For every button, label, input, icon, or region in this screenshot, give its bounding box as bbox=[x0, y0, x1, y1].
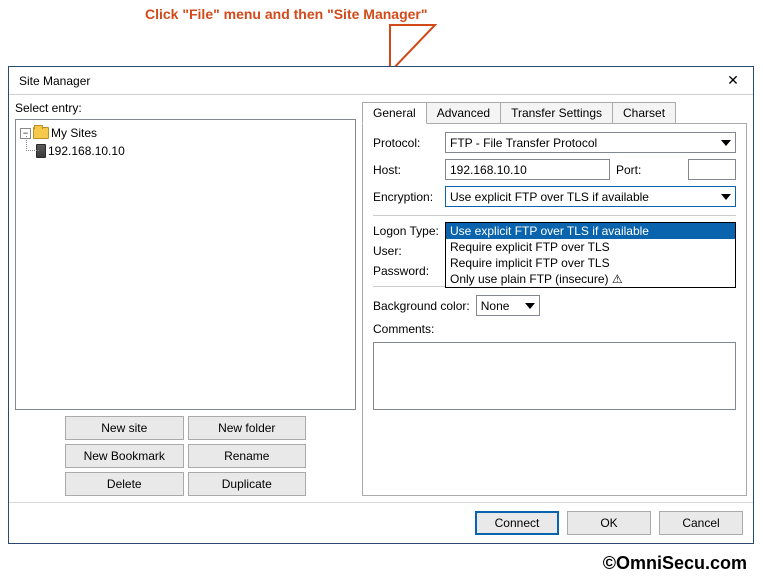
annotation-text: Click "File" menu and then "Site Manager… bbox=[145, 6, 428, 22]
port-label: Port: bbox=[616, 163, 682, 177]
protocol-select[interactable]: FTP - File Transfer Protocol bbox=[445, 132, 736, 153]
duplicate-button[interactable]: Duplicate bbox=[188, 472, 307, 496]
new-folder-button[interactable]: New folder bbox=[188, 416, 307, 440]
comments-label: Comments: bbox=[373, 322, 434, 336]
encryption-label: Encryption: bbox=[373, 190, 439, 204]
dialog-title: Site Manager bbox=[19, 74, 713, 88]
encryption-dropdown[interactable]: Use explicit FTP over TLS if available R… bbox=[445, 222, 736, 288]
encryption-select[interactable]: Use explicit FTP over TLS if available bbox=[445, 186, 736, 207]
bgcolor-label: Background color: bbox=[373, 299, 470, 313]
user-label: User: bbox=[373, 244, 447, 258]
dialog-button-bar: Connect OK Cancel bbox=[9, 502, 753, 543]
host-label: Host: bbox=[373, 163, 439, 177]
host-input[interactable] bbox=[445, 159, 610, 180]
ok-button[interactable]: OK bbox=[567, 511, 651, 535]
bgcolor-select[interactable]: None bbox=[476, 295, 540, 316]
encryption-option[interactable]: Only use plain FTP (insecure) ⚠ bbox=[446, 271, 735, 287]
encryption-select-value: Use explicit FTP over TLS if available bbox=[450, 190, 649, 204]
logon-type-label: Logon Type: bbox=[373, 224, 447, 238]
tree-root-label: My Sites bbox=[51, 126, 97, 140]
tree-root-row[interactable]: − My Sites bbox=[18, 124, 353, 142]
site-manager-dialog: Site Manager ✕ Select entry: − My Sites … bbox=[8, 66, 754, 544]
tab-general[interactable]: General bbox=[362, 102, 427, 124]
site-tree[interactable]: − My Sites 192.168.10.10 bbox=[15, 119, 356, 410]
connect-button[interactable]: Connect bbox=[475, 511, 559, 535]
tab-advanced[interactable]: Advanced bbox=[426, 102, 501, 123]
copyright-text: ©OmniSecu.com bbox=[603, 553, 747, 574]
tab-transfer-settings[interactable]: Transfer Settings bbox=[500, 102, 613, 123]
close-button[interactable]: ✕ bbox=[713, 67, 753, 95]
rename-button[interactable]: Rename bbox=[188, 444, 307, 468]
tab-charset[interactable]: Charset bbox=[612, 102, 676, 123]
encryption-option[interactable]: Require implicit FTP over TLS bbox=[446, 255, 735, 271]
server-icon bbox=[36, 144, 46, 158]
right-pane: General Advanced Transfer Settings Chars… bbox=[362, 101, 747, 496]
protocol-label: Protocol: bbox=[373, 136, 439, 150]
close-icon: ✕ bbox=[727, 72, 739, 89]
delete-button[interactable]: Delete bbox=[65, 472, 184, 496]
comments-textarea[interactable] bbox=[373, 342, 736, 410]
password-label: Password: bbox=[373, 264, 447, 278]
tree-item-label: 192.168.10.10 bbox=[48, 144, 125, 158]
new-site-button[interactable]: New site bbox=[65, 416, 184, 440]
select-entry-label: Select entry: bbox=[15, 101, 356, 115]
encryption-option[interactable]: Use explicit FTP over TLS if available bbox=[446, 223, 735, 239]
new-bookmark-button[interactable]: New Bookmark bbox=[65, 444, 184, 468]
separator bbox=[373, 215, 736, 216]
left-pane: Select entry: − My Sites 192.168.10.10 N… bbox=[15, 101, 356, 496]
tree-item-row[interactable]: 192.168.10.10 bbox=[18, 142, 353, 160]
port-input[interactable] bbox=[688, 159, 736, 180]
cancel-button[interactable]: Cancel bbox=[659, 511, 743, 535]
titlebar[interactable]: Site Manager ✕ bbox=[9, 67, 753, 95]
tab-general-body: Protocol: FTP - File Transfer Protocol H… bbox=[362, 123, 747, 496]
encryption-option[interactable]: Require explicit FTP over TLS bbox=[446, 239, 735, 255]
tab-bar: General Advanced Transfer Settings Chars… bbox=[362, 101, 747, 123]
